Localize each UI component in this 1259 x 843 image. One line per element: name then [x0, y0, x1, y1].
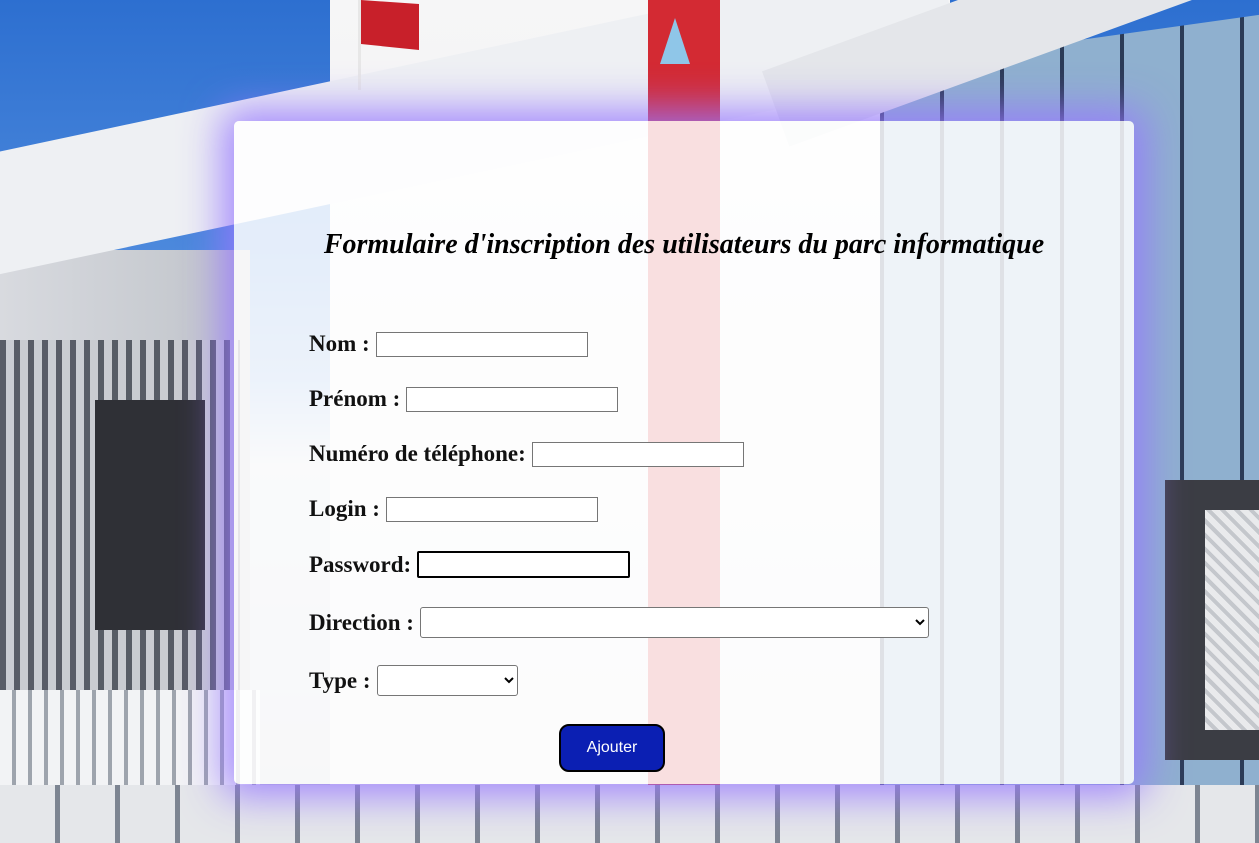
telephone-row: Numéro de téléphone:	[309, 441, 744, 467]
building-ground-floor	[0, 785, 1259, 843]
direction-row: Direction :	[309, 607, 929, 638]
building-left-dark-panel	[95, 400, 205, 630]
form-title: Formulaire d'inscription des utilisateur…	[323, 229, 1045, 260]
password-label: Password:	[309, 551, 412, 577]
ajouter-button[interactable]: Ajouter	[559, 724, 665, 772]
building-right-frame	[1165, 480, 1259, 760]
telephone-input[interactable]	[531, 441, 744, 467]
direction-label: Direction :	[309, 609, 414, 635]
prenom-label: Prénom :	[309, 386, 401, 411]
nom-row: Nom :	[309, 331, 588, 357]
direction-select[interactable]	[419, 607, 929, 638]
login-input[interactable]	[385, 496, 598, 522]
flag-icon	[361, 0, 419, 50]
login-label: Login :	[309, 496, 380, 521]
telephone-label: Numéro de téléphone:	[309, 441, 526, 466]
login-row: Login :	[309, 496, 598, 522]
prenom-row: Prénom :	[309, 386, 619, 412]
prenom-input[interactable]	[406, 386, 619, 412]
type-label: Type :	[309, 667, 371, 693]
password-row: Password:	[309, 551, 631, 578]
nom-label: Nom :	[309, 331, 370, 356]
type-row: Type :	[309, 665, 518, 696]
nom-input[interactable]	[375, 331, 588, 357]
password-input[interactable]	[417, 551, 631, 578]
flagpole	[358, 0, 361, 90]
type-select[interactable]	[376, 665, 518, 696]
registration-form-card: Formulaire d'inscription des utilisateur…	[234, 121, 1134, 784]
